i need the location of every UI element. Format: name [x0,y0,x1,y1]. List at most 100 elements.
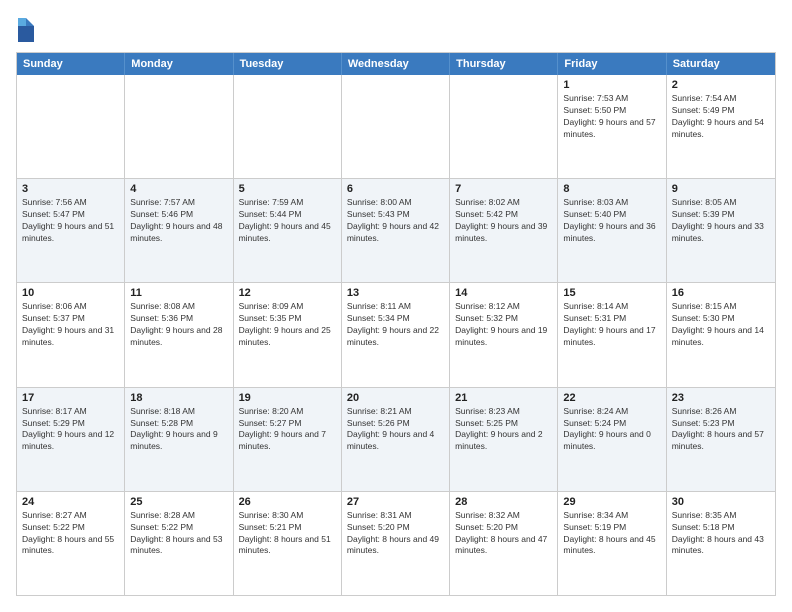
calendar-row-2: 3 Sunrise: 7:56 AM Sunset: 5:47 PM Daylig… [17,178,775,282]
day-number: 5 [239,183,336,195]
day-info: Sunrise: 7:54 AM Sunset: 5:49 PM Dayligh… [672,93,770,141]
day-info: Sunrise: 8:18 AM Sunset: 5:28 PM Dayligh… [130,406,227,454]
day-info: Sunrise: 8:28 AM Sunset: 5:22 PM Dayligh… [130,510,227,558]
page: SundayMondayTuesdayWednesdayThursdayFrid… [0,0,792,612]
day-info: Sunrise: 7:53 AM Sunset: 5:50 PM Dayligh… [563,93,660,141]
day-number: 6 [347,183,444,195]
day-cell-18: 18Sunrise: 8:18 AM Sunset: 5:28 PM Dayli… [125,388,233,491]
day-info: Sunrise: 8:00 AM Sunset: 5:43 PM Dayligh… [347,197,444,245]
day-number: 3 [22,183,119,195]
day-cell-12: 12Sunrise: 8:09 AM Sunset: 5:35 PM Dayli… [234,283,342,386]
day-info: Sunrise: 7:59 AM Sunset: 5:44 PM Dayligh… [239,197,336,245]
day-number: 8 [563,183,660,195]
calendar-row-1: 1 Sunrise: 7:53 AM Sunset: 5:50 PM Daylig… [17,75,775,178]
empty-cell [342,75,450,178]
day-cell-6: 6 Sunrise: 8:00 AM Sunset: 5:43 PM Daylig… [342,179,450,282]
day-cell-2: 2 Sunrise: 7:54 AM Sunset: 5:49 PM Daylig… [667,75,775,178]
day-info: Sunrise: 8:21 AM Sunset: 5:26 PM Dayligh… [347,406,444,454]
calendar-row-4: 17 Sunrise: 8:17 AM Sunset: 5:29 PM Dayli… [17,387,775,491]
day-number: 9 [672,183,770,195]
day-info: Sunrise: 8:27 AM Sunset: 5:22 PM Dayligh… [22,510,119,558]
header-cell-saturday: Saturday [667,53,775,75]
empty-cell [17,75,125,178]
day-cell-24: 24Sunrise: 8:27 AM Sunset: 5:22 PM Dayli… [17,492,125,595]
day-cell-21: 21 Sunrise: 8:23 AM Sunset: 5:25 PM Dayli… [450,388,558,491]
calendar: SundayMondayTuesdayWednesdayThursdayFrid… [16,52,776,596]
day-info: Sunrise: 8:35 AM Sunset: 5:18 PM Dayligh… [672,510,770,558]
day-info: Sunrise: 8:17 AM Sunset: 5:29 PM Dayligh… [22,406,119,454]
day-cell-17: 17 Sunrise: 8:17 AM Sunset: 5:29 PM Dayli… [17,388,125,491]
day-info: Sunrise: 8:24 AM Sunset: 5:24 PM Dayligh… [563,406,660,454]
calendar-body: 1 Sunrise: 7:53 AM Sunset: 5:50 PM Daylig… [17,75,775,595]
calendar-row-3: 10 Sunrise: 8:06 AM Sunset: 5:37 PM Dayli… [17,282,775,386]
day-number: 4 [130,183,227,195]
day-number: 17 [22,392,119,404]
day-number: 15 [563,287,660,299]
day-info: Sunrise: 8:20 AM Sunset: 5:27 PM Dayligh… [239,406,336,454]
day-info: Sunrise: 8:15 AM Sunset: 5:30 PM Dayligh… [672,301,770,349]
day-cell-1: 1 Sunrise: 7:53 AM Sunset: 5:50 PM Daylig… [558,75,666,178]
day-info: Sunrise: 8:05 AM Sunset: 5:39 PM Dayligh… [672,197,770,245]
day-cell-8: 8 Sunrise: 8:03 AM Sunset: 5:40 PM Daylig… [558,179,666,282]
day-cell-9: 9 Sunrise: 8:05 AM Sunset: 5:39 PM Daylig… [667,179,775,282]
day-cell-30: 30Sunrise: 8:35 AM Sunset: 5:18 PM Dayli… [667,492,775,595]
day-number: 20 [347,392,444,404]
day-number: 27 [347,496,444,508]
logo [16,16,40,44]
day-number: 25 [130,496,227,508]
day-info: Sunrise: 8:34 AM Sunset: 5:19 PM Dayligh… [563,510,660,558]
day-cell-16: 16 Sunrise: 8:15 AM Sunset: 5:30 PM Dayli… [667,283,775,386]
day-info: Sunrise: 8:09 AM Sunset: 5:35 PM Dayligh… [239,301,336,349]
day-number: 13 [347,287,444,299]
day-number: 16 [672,287,770,299]
day-info: Sunrise: 7:56 AM Sunset: 5:47 PM Dayligh… [22,197,119,245]
day-cell-23: 23Sunrise: 8:26 AM Sunset: 5:23 PM Dayli… [667,388,775,491]
empty-cell [125,75,233,178]
header-cell-monday: Monday [125,53,233,75]
header-cell-friday: Friday [558,53,666,75]
day-number: 23 [672,392,770,404]
day-info: Sunrise: 8:31 AM Sunset: 5:20 PM Dayligh… [347,510,444,558]
day-cell-5: 5 Sunrise: 7:59 AM Sunset: 5:44 PM Daylig… [234,179,342,282]
day-number: 26 [239,496,336,508]
day-number: 11 [130,287,227,299]
calendar-row-5: 24Sunrise: 8:27 AM Sunset: 5:22 PM Dayli… [17,491,775,595]
day-cell-25: 25 Sunrise: 8:28 AM Sunset: 5:22 PM Dayli… [125,492,233,595]
day-info: Sunrise: 8:03 AM Sunset: 5:40 PM Dayligh… [563,197,660,245]
day-info: Sunrise: 8:08 AM Sunset: 5:36 PM Dayligh… [130,301,227,349]
day-cell-4: 4Sunrise: 7:57 AM Sunset: 5:46 PM Daylig… [125,179,233,282]
day-number: 19 [239,392,336,404]
day-cell-7: 7 Sunrise: 8:02 AM Sunset: 5:42 PM Daylig… [450,179,558,282]
day-info: Sunrise: 8:23 AM Sunset: 5:25 PM Dayligh… [455,406,552,454]
day-cell-20: 20 Sunrise: 8:21 AM Sunset: 5:26 PM Dayli… [342,388,450,491]
day-cell-13: 13Sunrise: 8:11 AM Sunset: 5:34 PM Dayli… [342,283,450,386]
calendar-header: SundayMondayTuesdayWednesdayThursdayFrid… [17,53,775,75]
empty-cell [234,75,342,178]
day-number: 29 [563,496,660,508]
day-number: 21 [455,392,552,404]
day-number: 1 [563,79,660,91]
day-cell-29: 29 Sunrise: 8:34 AM Sunset: 5:19 PM Dayli… [558,492,666,595]
day-info: Sunrise: 8:12 AM Sunset: 5:32 PM Dayligh… [455,301,552,349]
day-cell-10: 10 Sunrise: 8:06 AM Sunset: 5:37 PM Dayli… [17,283,125,386]
day-number: 7 [455,183,552,195]
header-cell-thursday: Thursday [450,53,558,75]
day-number: 14 [455,287,552,299]
header-cell-sunday: Sunday [17,53,125,75]
day-info: Sunrise: 8:02 AM Sunset: 5:42 PM Dayligh… [455,197,552,245]
day-cell-22: 22 Sunrise: 8:24 AM Sunset: 5:24 PM Dayli… [558,388,666,491]
day-cell-14: 14 Sunrise: 8:12 AM Sunset: 5:32 PM Dayli… [450,283,558,386]
day-info: Sunrise: 8:14 AM Sunset: 5:31 PM Dayligh… [563,301,660,349]
header [16,16,776,44]
day-cell-11: 11 Sunrise: 8:08 AM Sunset: 5:36 PM Dayli… [125,283,233,386]
day-number: 2 [672,79,770,91]
day-number: 10 [22,287,119,299]
day-cell-3: 3 Sunrise: 7:56 AM Sunset: 5:47 PM Daylig… [17,179,125,282]
day-info: Sunrise: 8:06 AM Sunset: 5:37 PM Dayligh… [22,301,119,349]
empty-cell [450,75,558,178]
day-cell-15: 15 Sunrise: 8:14 AM Sunset: 5:31 PM Dayli… [558,283,666,386]
day-info: Sunrise: 8:30 AM Sunset: 5:21 PM Dayligh… [239,510,336,558]
day-info: Sunrise: 8:32 AM Sunset: 5:20 PM Dayligh… [455,510,552,558]
day-cell-19: 19 Sunrise: 8:20 AM Sunset: 5:27 PM Dayli… [234,388,342,491]
day-number: 22 [563,392,660,404]
